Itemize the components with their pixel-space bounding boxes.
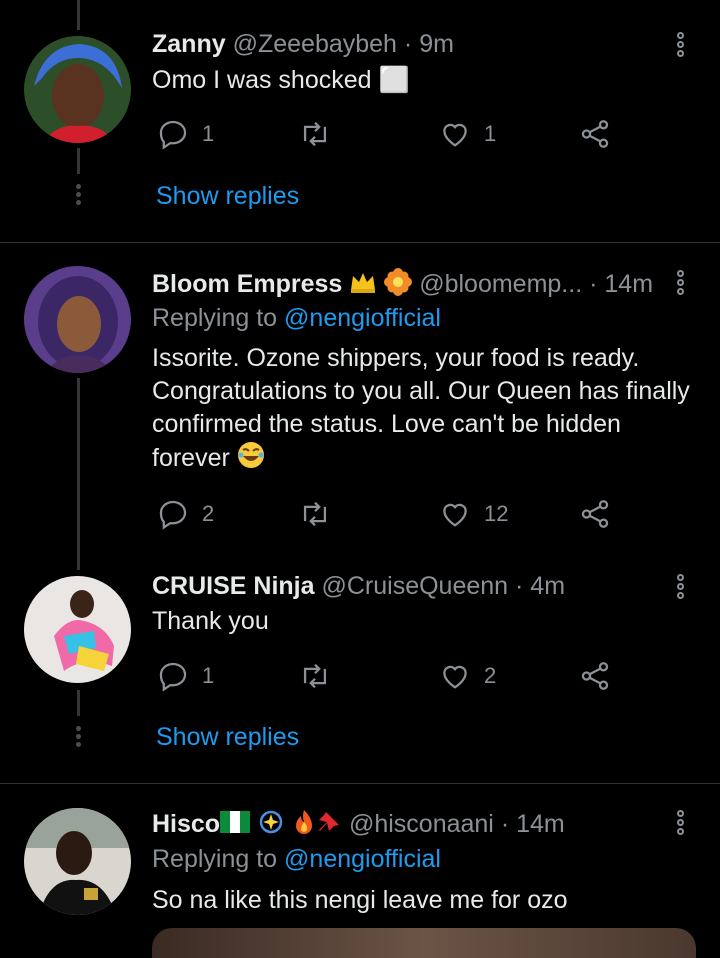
media-preview[interactable]: [152, 928, 696, 958]
retweet-button[interactable]: [298, 494, 344, 534]
reply-count: 1: [202, 663, 215, 688]
like-button[interactable]: 12: [438, 494, 508, 534]
thread-line: [77, 690, 80, 716]
retweet-icon: [303, 121, 327, 147]
tweet-header: Zanny @Zeeebaybeh · 9m: [152, 30, 454, 59]
tweet-actions: 2 12: [152, 494, 632, 534]
laughing-emoji: [237, 441, 265, 478]
share-icon: [581, 662, 609, 690]
avatar[interactable]: [24, 36, 131, 143]
tweet-text: So na like this nengi leave me for ozo: [152, 886, 568, 914]
tweet-header: Bloom Empress @bloomemp... · 14m: [152, 268, 653, 303]
show-replies-link[interactable]: Show replies: [156, 723, 299, 752]
author-name[interactable]: Bloom Empress: [152, 270, 342, 298]
reply-icon: [159, 500, 187, 530]
replying-to-label: Replying to: [152, 304, 278, 332]
author-handle[interactable]: @CruiseQueenn: [321, 572, 508, 600]
replying-to: Replying to @nengiofficial: [152, 845, 441, 874]
show-replies-link[interactable]: Show replies: [156, 182, 299, 211]
thread-dots: [74, 184, 82, 208]
more-icon[interactable]: [674, 810, 686, 837]
tweet-text-content: Issorite. Ozone shippers, your food is r…: [152, 344, 690, 473]
mention-link[interactable]: @nengiofficial: [284, 304, 441, 332]
share-button[interactable]: [578, 656, 612, 696]
tweet-time[interactable]: · 4m: [515, 572, 565, 600]
tweet-actions: 1 1: [152, 114, 632, 154]
author-name[interactable]: Zanny: [152, 30, 226, 58]
tweet-header: Hisco @hisconaani · 14m: [152, 808, 565, 843]
author-handle[interactable]: @bloomemp...: [419, 270, 582, 298]
thread-line: [77, 0, 80, 30]
reply-icon: [159, 662, 187, 692]
tweet-time[interactable]: · 14m: [501, 810, 565, 838]
tweet-time[interactable]: · 9m: [404, 30, 454, 58]
more-icon[interactable]: [674, 270, 686, 297]
avatar[interactable]: [24, 576, 131, 683]
sparkle-emoji: [257, 808, 285, 843]
replying-to: Replying to @nengiofficial: [152, 304, 441, 333]
tweet-text: Thank you: [152, 607, 269, 635]
more-icon[interactable]: [674, 32, 686, 59]
flower-emoji: [384, 268, 413, 303]
thread-line: [77, 378, 80, 570]
thread-dots: [74, 726, 82, 750]
author-handle[interactable]: @hisconaani: [349, 810, 494, 838]
author-handle[interactable]: @Zeeebaybeh: [233, 30, 397, 58]
tweet-text: Omo I was shocked ⬜: [152, 66, 410, 94]
tweet-actions: 1 2: [152, 656, 632, 696]
reply-icon: [159, 120, 187, 150]
thread-line: [77, 148, 80, 174]
author-name[interactable]: Hisco: [152, 810, 220, 838]
reply-button[interactable]: 1: [156, 114, 214, 154]
like-icon: [443, 503, 467, 527]
like-icon: [443, 665, 467, 689]
divider: [0, 242, 720, 243]
author-name[interactable]: CRUISE Ninja: [152, 572, 315, 600]
like-count: 2: [484, 663, 497, 688]
share-icon: [581, 120, 609, 148]
reply-button[interactable]: 2: [156, 494, 214, 534]
share-button[interactable]: [578, 494, 612, 534]
avatar[interactable]: [24, 266, 131, 373]
avatar[interactable]: [24, 808, 131, 915]
like-button[interactable]: 1: [438, 114, 496, 154]
reply-button[interactable]: 1: [156, 656, 214, 696]
divider: [0, 783, 720, 784]
retweet-icon: [303, 501, 327, 527]
reply-count: 1: [202, 121, 215, 146]
pin-emoji: [316, 809, 342, 842]
replying-to-label: Replying to: [152, 845, 278, 873]
share-icon: [581, 500, 609, 528]
more-icon[interactable]: [674, 574, 686, 601]
flag-emoji: [220, 811, 251, 840]
mention-link[interactable]: @nengiofficial: [284, 845, 441, 873]
share-button[interactable]: [578, 114, 612, 154]
fire-emoji: [292, 808, 316, 843]
crown-emoji: [349, 270, 377, 301]
retweet-button[interactable]: [298, 656, 344, 696]
tweet-header: CRUISE Ninja @CruiseQueenn · 4m: [152, 572, 565, 601]
reply-count: 2: [202, 501, 215, 526]
like-icon: [443, 123, 467, 147]
tweet-time[interactable]: · 14m: [589, 270, 653, 298]
retweet-button[interactable]: [298, 114, 344, 154]
like-count: 1: [484, 121, 497, 146]
retweet-icon: [303, 663, 327, 689]
tweet-text: Issorite. Ozone shippers, your food is r…: [152, 342, 692, 478]
like-button[interactable]: 2: [438, 656, 496, 696]
like-count: 12: [484, 501, 509, 526]
